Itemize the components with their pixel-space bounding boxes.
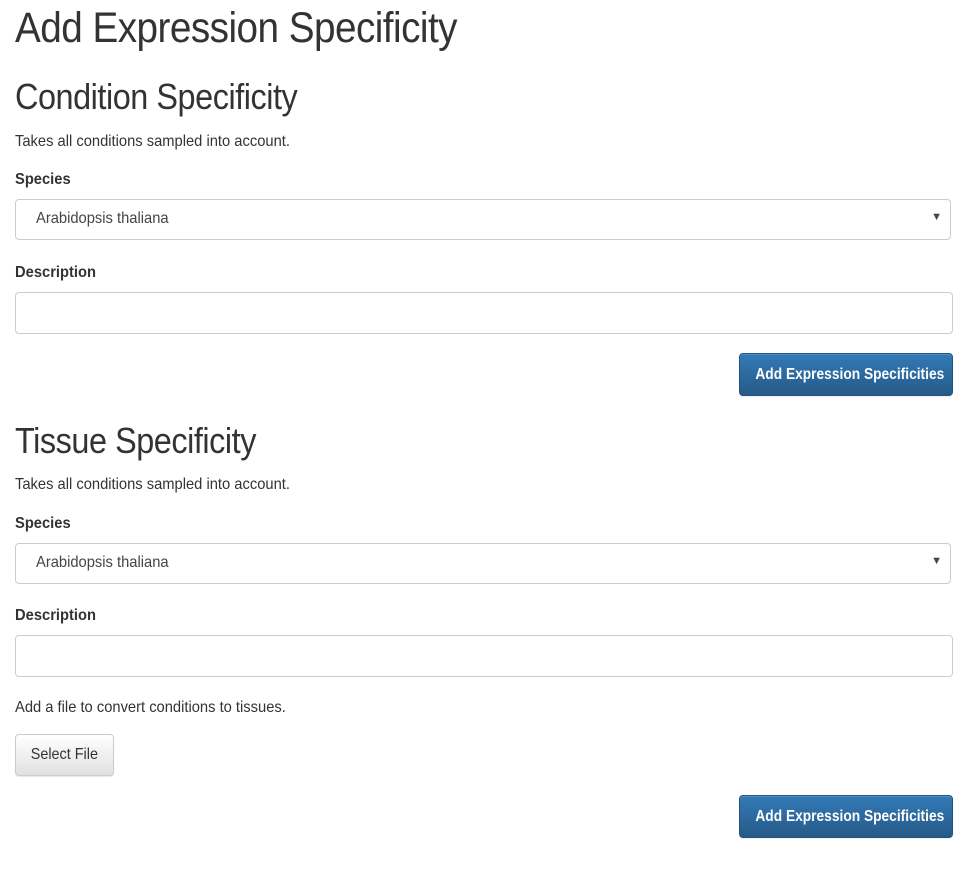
page-title: Add Expression Specificity	[15, 4, 458, 52]
condition-species-label: Species	[15, 171, 71, 188]
condition-description-input[interactable]	[15, 292, 953, 334]
tissue-species-label: Species	[15, 515, 71, 532]
tissue-species-select[interactable]: Arabidopsis thaliana ▼	[15, 543, 951, 584]
select-file-button[interactable]: Select File	[15, 734, 114, 776]
caret-down-icon: ▼	[931, 211, 942, 223]
select-file-button-label: Select File	[30, 746, 99, 763]
condition-add-button[interactable]: Add Expression Specificities	[739, 353, 953, 396]
tissue-description-input[interactable]	[15, 635, 953, 677]
condition-description-label: Description	[15, 264, 96, 281]
file-help-text: Add a file to convert conditions to tiss…	[15, 699, 286, 716]
condition-species-select[interactable]: Arabidopsis thaliana ▼	[15, 199, 951, 240]
condition-add-button-label: Add Expression Specificities	[755, 365, 945, 383]
condition-species-selected-value: Arabidopsis thaliana	[36, 210, 169, 227]
tissue-add-button-label: Add Expression Specificities	[755, 807, 945, 825]
condition-help-text: Takes all conditions sampled into accoun…	[15, 133, 290, 150]
condition-section-title: Condition Specificity	[15, 76, 298, 117]
tissue-description-label: Description	[15, 607, 96, 624]
caret-down-icon: ▼	[931, 555, 942, 567]
tissue-species-selected-value: Arabidopsis thaliana	[36, 554, 169, 571]
tissue-section-title: Tissue Specificity	[15, 420, 256, 461]
tissue-add-button[interactable]: Add Expression Specificities	[739, 795, 953, 838]
tissue-help-text: Takes all conditions sampled into accoun…	[15, 476, 290, 493]
